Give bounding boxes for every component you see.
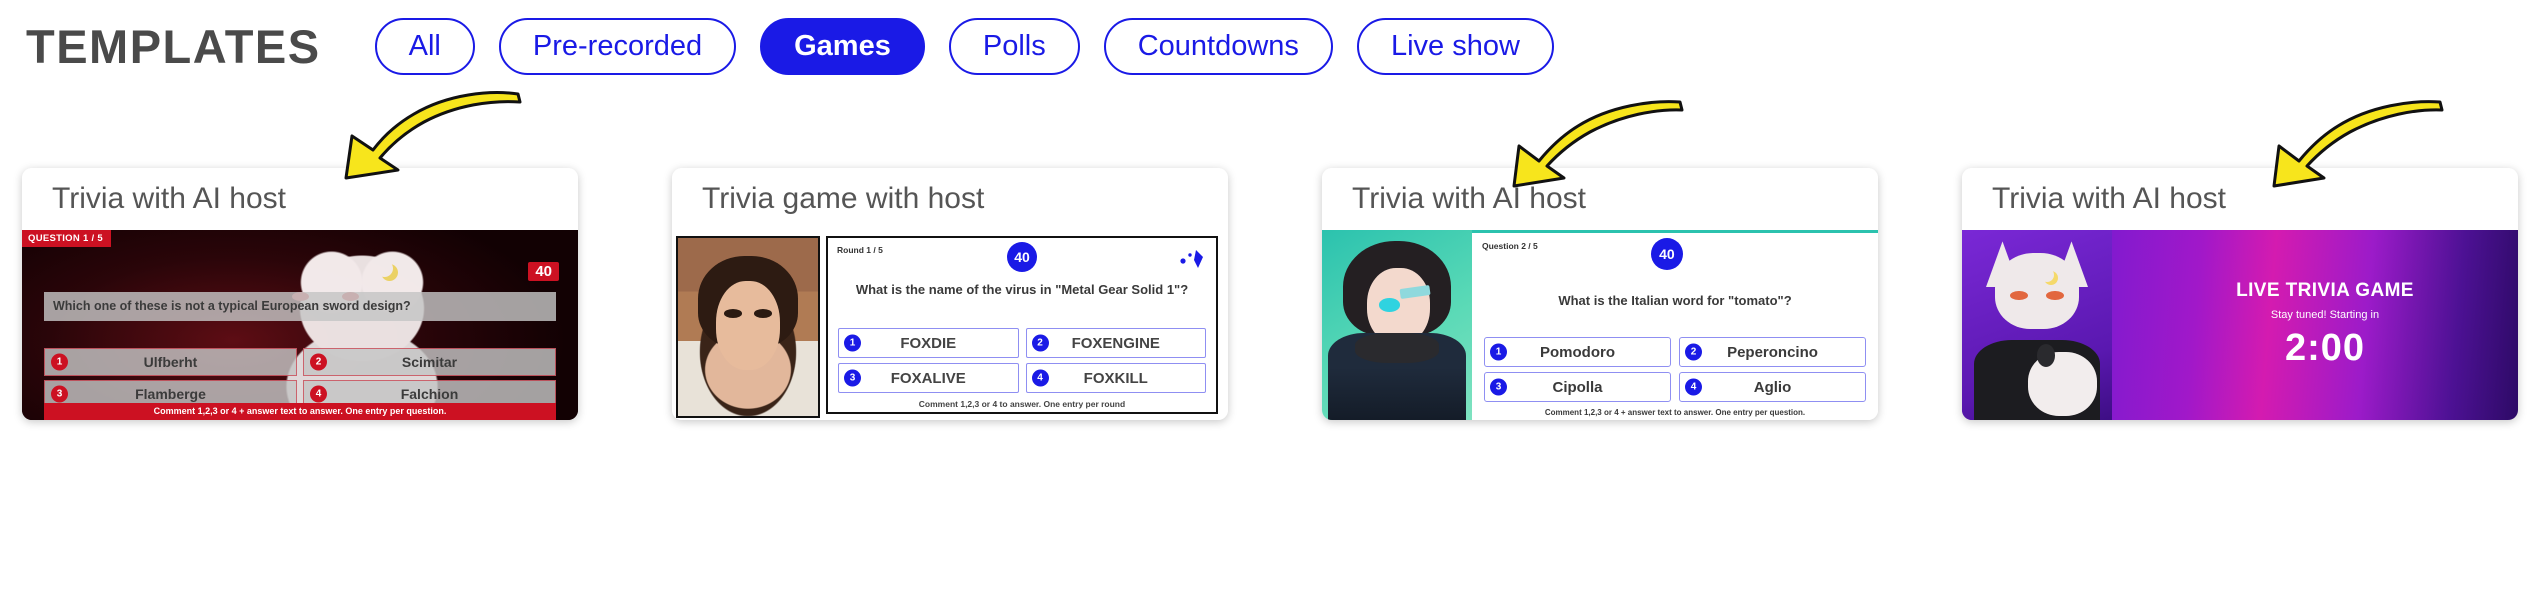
answer-option-1[interactable]: 1 Pomodoro [1484, 337, 1671, 367]
avatar-eye [1379, 298, 1400, 312]
answer-number: 2 [1031, 334, 1049, 352]
quiz-panel: Round 1 / 5 40 What is the name of the v… [826, 236, 1218, 414]
plush-ear-icon [2037, 344, 2055, 367]
answer-label: FOXKILL [1083, 369, 1148, 387]
answer-number: 3 [844, 369, 861, 387]
question-text: What is the name of the virus in "Metal … [855, 282, 1189, 297]
answer-number: 3 [51, 385, 68, 403]
countdown-heading: LIVE TRIVIA GAME [2236, 280, 2414, 301]
templates-header: TEMPLATES All Pre-recorded Games Polls C… [0, 0, 2536, 92]
answer-label: Flamberge [135, 386, 206, 402]
moon-icon [376, 260, 393, 277]
question-badge: QUESTION 1 / 5 [22, 230, 111, 247]
answer-label: Peperoncino [1727, 343, 1818, 361]
answer-option-2[interactable]: 2 FOXENGINE [1025, 328, 1206, 358]
filter-chip-group: All Pre-recorded Games Polls Countdowns … [374, 17, 1554, 75]
template-card-trivia-ai-host-2[interactable]: Trivia with AI host Question 2 / 5 40 Wh… [1322, 168, 1878, 420]
answer-number: 4 [1685, 378, 1702, 396]
filter-chip-games[interactable]: Games [760, 17, 925, 75]
quiz-panel: Question 2 / 5 40 What is the Italian wo… [1472, 230, 1878, 420]
answer-label: FOXALIVE [890, 369, 966, 387]
card-thumbnail: QUESTION 1 / 5 40 Which one of these is … [22, 230, 578, 420]
answer-label: Falchion [400, 386, 459, 402]
answer-grid: 1 Ulfberht 2 Scimitar 3 Flamberge 4 Falc… [44, 348, 556, 408]
template-card-trivia-game-with-host[interactable]: Trivia game with host Round 1 / 5 40 Wha… [672, 168, 1228, 420]
countdown-subheading: Stay tuned! Starting in [2270, 309, 2380, 321]
countdown-timer: 40 [528, 262, 559, 281]
answer-label: Ulfberht [143, 354, 198, 370]
card-title: Trivia game with host [672, 168, 1228, 230]
answer-option-4[interactable]: 4 Aglio [1679, 372, 1866, 402]
card-title: Trivia with AI host [22, 168, 578, 230]
filter-chip-polls[interactable]: Polls [948, 17, 1080, 75]
answer-option-3[interactable]: 3 FOXALIVE [838, 363, 1019, 393]
filter-chip-all[interactable]: All [374, 17, 475, 75]
filter-chip-live-show[interactable]: Live show [1356, 17, 1554, 75]
template-card-grid: Trivia with AI host QUESTION 1 / 5 40 Wh… [0, 92, 2536, 598]
answer-number: 1 [51, 353, 68, 371]
card-title: Trivia with AI host [1962, 168, 2518, 230]
countdown-timer: 40 [1650, 238, 1683, 270]
ai-host-avatar [1322, 230, 1472, 420]
answer-option-3[interactable]: 3 Cipolla [1484, 372, 1671, 402]
instructions-footer: Comment 1,2,3 or 4 + answer text to answ… [1544, 408, 1806, 417]
host-eye-right [753, 309, 772, 319]
card-thumbnail: Round 1 / 5 40 What is the name of the v… [672, 230, 1228, 420]
answer-option-1[interactable]: 1 Ulfberht [44, 348, 297, 376]
answer-label: Scimitar [401, 354, 458, 370]
host-webcam [676, 236, 820, 418]
question-text: What is the Italian word for "tomato"? [1558, 293, 1792, 308]
answer-option-2[interactable]: 2 Peperoncino [1679, 337, 1866, 367]
answer-grid: 1 Pomodoro 2 Peperoncino 3 Cipolla 4 Agl… [1484, 337, 1866, 402]
answer-number: 4 [310, 385, 327, 403]
question-text: Which one of these is not a typical Euro… [44, 292, 556, 321]
filter-chip-pre-recorded[interactable]: Pre-recorded [498, 17, 737, 75]
card-thumbnail: Question 2 / 5 40 What is the Italian wo… [1322, 230, 1878, 420]
ai-host-avatar [1962, 230, 2112, 420]
countdown-timer: 40 [1007, 242, 1037, 272]
instructions-footer: Comment 1,2,3 or 4 + answer text to answ… [44, 403, 556, 420]
answer-label: Aglio [1753, 378, 1792, 396]
instructions-footer: Comment 1,2,3 or 4 to answer. One entry … [918, 399, 1126, 409]
template-card-trivia-ai-host-1[interactable]: Trivia with AI host QUESTION 1 / 5 40 Wh… [22, 168, 578, 420]
answer-grid: 1 FOXDIE 2 FOXENGINE 3 FOXALIVE 4 FOXKIL… [838, 328, 1206, 393]
avatar-head [1995, 252, 2079, 329]
filter-chip-countdowns[interactable]: Countdowns [1103, 17, 1333, 75]
answer-number: 4 [1031, 369, 1049, 387]
answer-number: 1 [1490, 343, 1507, 361]
template-card-trivia-ai-host-3[interactable]: Trivia with AI host LIVE TRIVIA GAME Sta… [1962, 168, 2518, 420]
answer-option-1[interactable]: 1 FOXDIE [838, 328, 1019, 358]
card-title: Trivia with AI host [1322, 168, 1878, 230]
answer-number: 2 [1685, 343, 1702, 361]
sparkle-icon [1178, 248, 1206, 270]
answer-number: 1 [844, 334, 861, 352]
avatar-scarf [1355, 332, 1439, 363]
answer-option-2[interactable]: 2 Scimitar [303, 348, 556, 376]
moon-icon [2040, 268, 2054, 282]
round-badge: Round 1 / 5 [837, 245, 883, 255]
answer-number: 3 [1490, 378, 1507, 396]
question-badge: Question 2 / 5 [1482, 241, 1538, 251]
card-thumbnail: LIVE TRIVIA GAME Stay tuned! Starting in… [1962, 230, 2518, 420]
answer-label: Pomodoro [1540, 343, 1615, 361]
answer-number: 2 [310, 353, 327, 371]
answer-label: FOXDIE [900, 334, 957, 352]
countdown-overlay: LIVE TRIVIA GAME Stay tuned! Starting in… [2132, 230, 2518, 420]
countdown-clock: 2:00 [2284, 327, 2366, 369]
answer-option-4[interactable]: 4 FOXKILL [1025, 363, 1206, 393]
host-face [715, 280, 781, 370]
answer-label: FOXENGINE [1071, 334, 1160, 352]
page-title: TEMPLATES [26, 19, 321, 73]
answer-label: Cipolla [1552, 378, 1603, 396]
